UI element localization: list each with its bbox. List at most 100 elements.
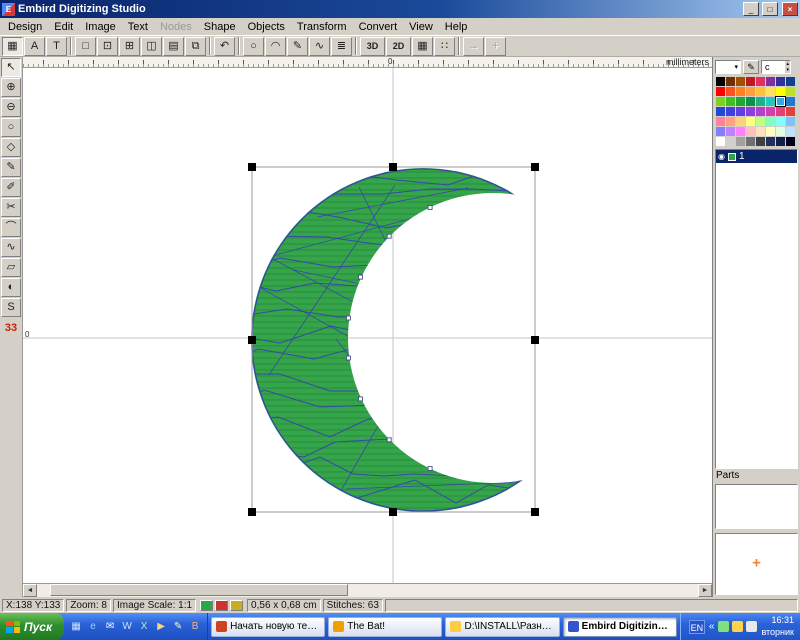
design-canvas[interactable] [23,68,712,583]
notes-icon[interactable]: ✎ [171,620,185,634]
design-grid-button[interactable]: ▦ [2,37,23,56]
selection-handle[interactable] [389,163,397,171]
internet-explorer-icon[interactable]: e [86,620,100,634]
palette-color-22[interactable] [766,97,775,106]
maximize-button[interactable]: □ [762,2,778,16]
palette-color-11[interactable] [736,87,745,96]
palette-color-19[interactable] [736,97,745,106]
palette-color-37[interactable] [756,117,765,126]
scrollbar-thumb[interactable] [50,584,347,596]
palette-color-50[interactable] [726,137,735,146]
curve-shape-button[interactable]: ∿ [309,37,330,56]
canvas-hscrollbar[interactable]: ◄ ► [23,583,712,597]
volume-tray-icon[interactable] [746,621,757,632]
select-tool-button[interactable]: ↖ [1,58,21,77]
menu-design[interactable]: Design [2,20,48,34]
menu-view[interactable]: View [403,20,439,34]
palette-color-9[interactable] [716,87,725,96]
palette-color-54[interactable] [766,137,775,146]
scroll-left-button[interactable]: ◄ [23,584,37,597]
mail-icon[interactable]: ✉ [103,620,117,634]
title-bar[interactable]: E Embird Digitizing Studio _ □ × [0,0,800,18]
status-color-swatch-3[interactable] [230,600,243,611]
palette-color-51[interactable] [736,137,745,146]
palette-color-41[interactable] [716,127,725,136]
pick-color-button[interactable]: ✎ [743,60,759,74]
selection-handle[interactable] [248,163,256,171]
minimize-button[interactable]: _ [743,2,759,16]
palette-color-28[interactable] [746,107,755,116]
palette-color-52[interactable] [746,137,755,146]
close-button[interactable]: × [782,2,798,16]
menu-edit[interactable]: Edit [48,20,79,34]
stitch-tool-button[interactable]: S [1,298,21,317]
palette-color-36[interactable] [746,117,755,126]
copy-button[interactable]: ⧉ [185,37,206,56]
color-index-spinner[interactable]: ▴ ▾ [785,61,790,73]
menu-help[interactable]: Help [439,20,474,34]
arc-shape-button[interactable]: ◠ [265,37,286,56]
palette-color-13[interactable] [756,87,765,96]
zoom-out-tool-button[interactable]: ⊖ [1,98,21,117]
palette-color-47[interactable] [776,127,785,136]
palette-color-39[interactable] [776,117,785,126]
palette-color-3[interactable] [736,77,745,86]
scissors-tool-button[interactable]: ✂ [1,198,21,217]
palette-color-40[interactable] [786,117,795,126]
palette-color-5[interactable] [756,77,765,86]
menu-convert[interactable]: Convert [353,20,404,34]
arc-tool-button[interactable]: ⌒ [1,218,21,237]
palette-color-46[interactable] [766,127,775,136]
palette-color-14[interactable] [766,87,775,96]
palette-color-29[interactable] [756,107,765,116]
palette-color-4[interactable] [746,77,755,86]
pen-shape-button[interactable]: ✎ [287,37,308,56]
palette-color-18[interactable] [726,97,735,106]
clock[interactable]: 16:31 вторник [761,615,794,638]
palette-color-16[interactable] [786,87,795,96]
the-bat-icon[interactable]: B [188,620,202,634]
excel-icon[interactable]: X [137,620,151,634]
media-player-icon[interactable]: ▶ [154,620,168,634]
menu-image[interactable]: Image [79,20,122,34]
show-desktop-icon[interactable]: ▦ [69,620,83,634]
view-2d-button[interactable]: 2D [386,37,411,56]
palette-color-53[interactable] [756,137,765,146]
selection-handle[interactable] [248,508,256,516]
palette-color-26[interactable] [726,107,735,116]
zoom-in-tool-button[interactable]: ⊕ [1,78,21,97]
undo-button[interactable]: ↶ [214,37,235,56]
design-workspace[interactable]: 0 [23,68,712,583]
save-button[interactable]: ◫ [141,37,162,56]
palette-color-48[interactable] [786,127,795,136]
selection-handle[interactable] [531,163,539,171]
palette-color-55[interactable] [776,137,785,146]
palette-color-10[interactable] [726,87,735,96]
palette-color-2[interactable] [726,77,735,86]
palette-color-23[interactable] [776,97,785,106]
selection-handle[interactable] [531,336,539,344]
taskbar-task-4[interactable]: Embird Digitizing Stud... [563,617,677,637]
palette-color-31[interactable] [776,107,785,116]
color-index-box[interactable]: c ▴ ▾ [761,60,791,74]
menu-nodes[interactable]: Nodes [154,20,198,34]
ellipse-shape-button[interactable]: ○ [243,37,264,56]
word-icon[interactable]: W [120,620,134,634]
status-color-swatch-2[interactable] [215,600,228,611]
crescent-object[interactable] [213,158,637,528]
scrollbar-track[interactable] [37,584,698,597]
palette-color-35[interactable] [736,117,745,126]
print-button[interactable]: ▤ [163,37,184,56]
palette-color-7[interactable] [776,77,785,86]
open-file-button[interactable]: ⊡ [97,37,118,56]
palette-color-20[interactable] [746,97,755,106]
palette-style-dropdown[interactable]: ▾ [715,60,741,74]
selection-handle[interactable] [389,508,397,516]
menu-text[interactable]: Text [122,20,154,34]
stitch-points-button[interactable]: ∷ [434,37,455,56]
spin-down-icon[interactable]: ▾ [786,67,789,73]
palette-color-25[interactable] [716,107,725,116]
new-file-button[interactable]: □ [75,37,96,56]
palette-color-49[interactable] [716,137,725,146]
lasso-tool-button[interactable]: ◇ [1,138,21,157]
